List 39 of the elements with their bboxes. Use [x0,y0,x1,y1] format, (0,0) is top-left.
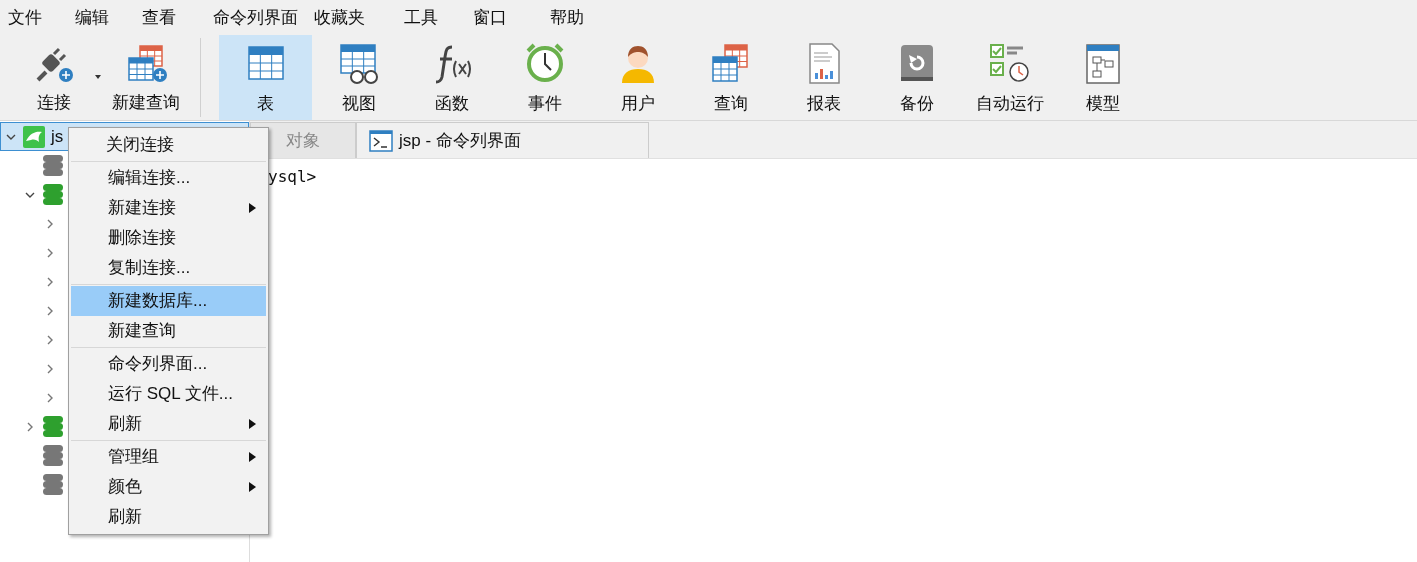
context-menu-item[interactable]: 命令列界面... [71,349,266,379]
caret-icon[interactable] [94,74,102,80]
menu-item[interactable]: 帮助 [550,4,610,31]
context-menu-item[interactable]: 刷新 [71,409,266,439]
context-menu-item[interactable]: 管理组 [71,442,266,472]
context-menu-item[interactable]: 编辑连接... [71,163,266,193]
context-menu-item[interactable]: 删除连接 [71,223,266,253]
console-prompt: ysql> [268,167,317,186]
tab[interactable]: jsp - 命令列界面 [356,122,649,158]
context-menu-item[interactable]: 运行 SQL 文件... [71,379,266,409]
toolbar-button[interactable]: 视图 [312,35,405,120]
dolphin-icon [23,125,45,148]
toolbar-button[interactable]: 查询 [684,35,777,120]
connection-name: js [51,125,64,148]
context-menu-item[interactable]: 新建查询 [71,316,266,346]
toolbar-button[interactable]: 报表 [777,35,870,120]
terminal-icon [369,129,393,152]
toolbar-button[interactable]: 用户 [591,35,684,120]
menu-item[interactable]: 收藏夹 [314,4,404,31]
menu-item[interactable]: 编辑 [75,4,142,31]
menu-item[interactable]: 工具 [404,4,473,31]
context-menu-item[interactable]: 新建连接 [71,193,266,223]
context-menu-item[interactable]: 复制连接... [71,253,266,283]
context-menu-item[interactable]: 颜色 [71,472,266,502]
checklist-clock-icon [987,41,1032,85]
menu-item[interactable]: 窗口 [473,4,550,31]
toolbar-button[interactable]: 自动运行 [963,35,1056,120]
toolbar-button[interactable]: 新建查询 [102,38,190,116]
context-menu-item[interactable]: 新建数据库... [71,286,266,316]
context-menu-item[interactable]: 刷新 [71,502,266,532]
toolbar-button[interactable]: 连接 [10,38,98,116]
toolbar-button[interactable]: 模型 [1056,35,1149,120]
menu-item[interactable]: 命令列界面 [213,4,314,31]
toolbar-button[interactable]: 表 [219,35,312,120]
toolbar-button[interactable]: 函数 [405,35,498,120]
menu-item[interactable]: 文件 [0,4,75,31]
toolbar-button[interactable]: 备份 [870,35,963,120]
toolbar-button[interactable]: 事件 [498,35,591,120]
menu-item[interactable]: 查看 [142,4,213,31]
